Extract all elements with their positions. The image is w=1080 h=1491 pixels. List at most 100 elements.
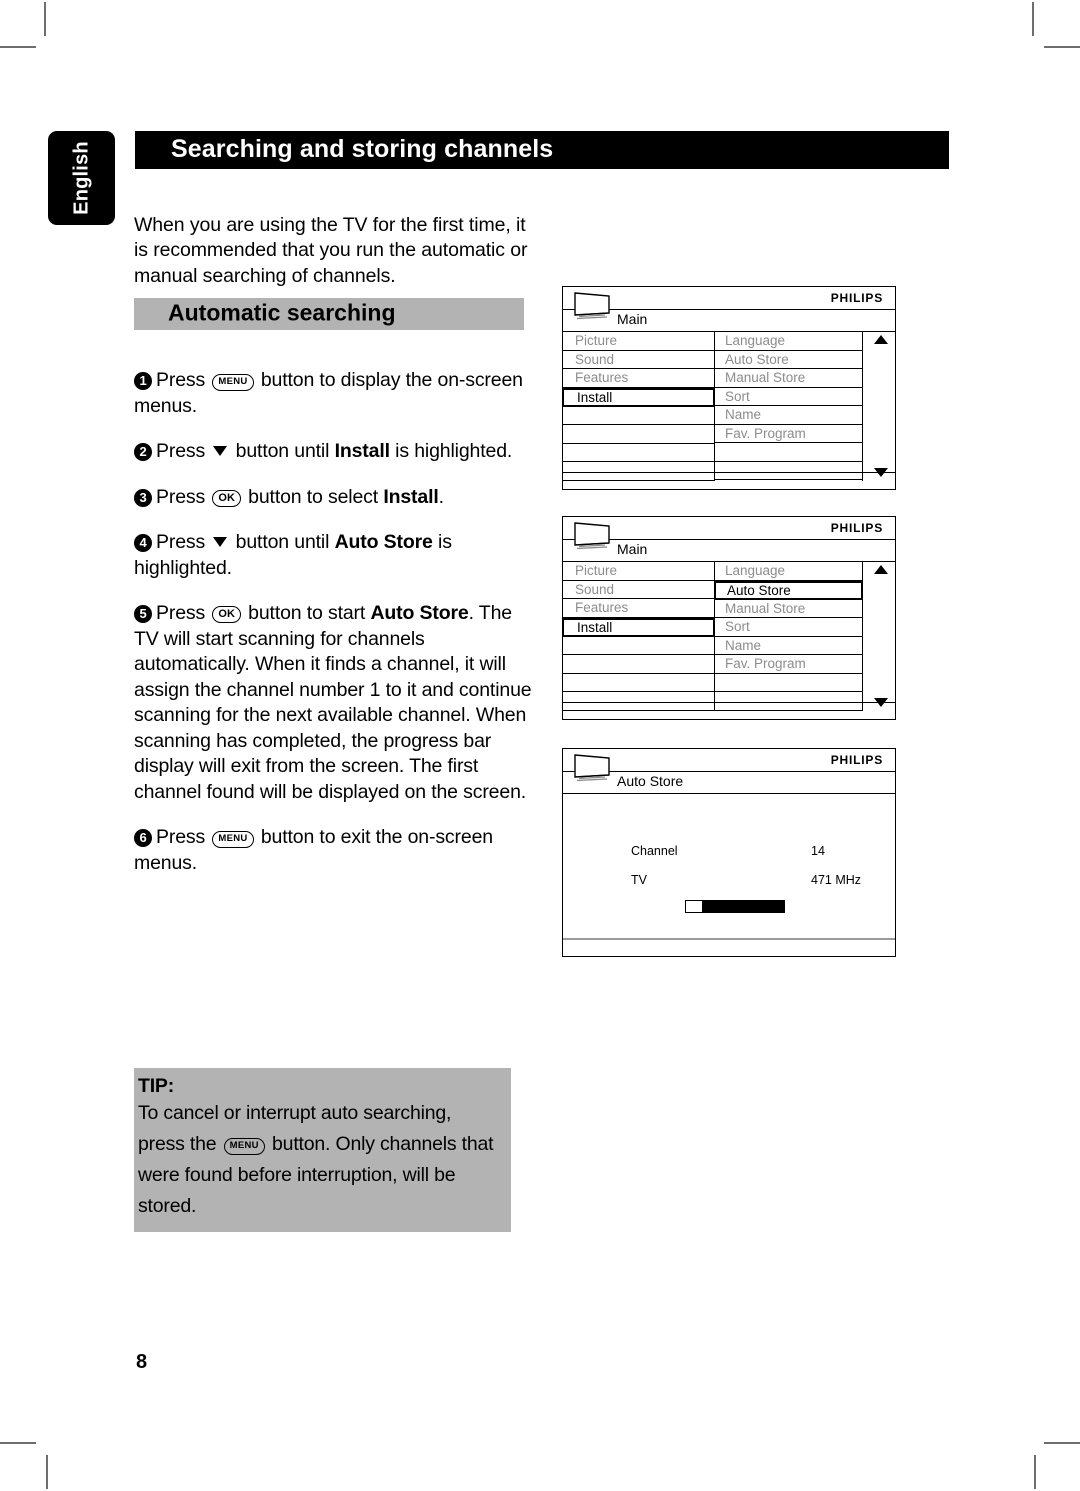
step-4: 4 Press button until Auto Store is highli… bbox=[134, 530, 536, 581]
menu-columns: Picture Sound Features Install Language … bbox=[562, 562, 895, 711]
step-text-pre: Press bbox=[156, 485, 206, 508]
crop-mark-top-right-vertical bbox=[1032, 2, 1034, 36]
menu-item[interactable]: Language bbox=[715, 332, 862, 351]
scroll-up-icon[interactable] bbox=[874, 565, 888, 574]
menu-item[interactable]: Name bbox=[715, 406, 862, 425]
menu-key-icon: MENU bbox=[223, 1138, 265, 1155]
menu-item-empty bbox=[563, 407, 714, 425]
menu-item-selected[interactable]: Install bbox=[562, 617, 715, 637]
auto-store-body: Channel 14 TV 471 MHz bbox=[563, 794, 895, 940]
menu-item[interactable]: Fav. Program bbox=[715, 425, 862, 443]
steps-list: 1 Press MENU button to display the on-scr… bbox=[134, 368, 536, 876]
tip-label: TIP: bbox=[138, 1075, 175, 1097]
source-label: TV bbox=[631, 873, 647, 887]
tv-icon bbox=[574, 522, 610, 550]
section-heading-band: Automatic searching bbox=[134, 298, 524, 330]
crop-mark-bottom-right-horizontal bbox=[1044, 1442, 1080, 1444]
step-number: 6 bbox=[134, 829, 152, 847]
menu-item-selected[interactable]: Install bbox=[562, 387, 715, 407]
menu-item-empty bbox=[715, 443, 862, 462]
menu-item[interactable]: Sound bbox=[563, 351, 714, 369]
menu-item-empty bbox=[715, 674, 862, 692]
step-text-pre: Press bbox=[156, 531, 206, 553]
osd-footer bbox=[563, 938, 895, 956]
osd-screenshot-main-install: PHILIPS Main Picture Sound Features Inst… bbox=[562, 286, 896, 490]
step-bold-term: Install bbox=[334, 440, 390, 462]
menu-key-icon: MENU bbox=[212, 831, 254, 848]
crop-mark-bottom-left-vertical bbox=[46, 1455, 48, 1489]
progress-bar-track bbox=[686, 901, 703, 912]
step-text-mid: button to select bbox=[248, 485, 379, 508]
menu-column-left: Picture Sound Features Install bbox=[562, 562, 715, 711]
page-title: Searching and storing channels bbox=[171, 134, 554, 163]
menu-item[interactable]: Fav. Program bbox=[715, 655, 862, 674]
crop-mark-bottom-left-horizontal bbox=[0, 1442, 36, 1444]
section-heading-label: Automatic searching bbox=[168, 299, 396, 326]
crop-mark-bottom-right-vertical bbox=[1034, 1455, 1036, 1489]
osd-footer bbox=[563, 702, 895, 719]
scroll-up-icon[interactable] bbox=[874, 335, 888, 344]
menu-item[interactable]: Manual Store bbox=[715, 600, 862, 618]
menu-item[interactable]: Name bbox=[715, 637, 862, 655]
step-text-end: is highlighted. bbox=[395, 440, 513, 462]
language-tab: English bbox=[48, 131, 115, 225]
osd-header: PHILIPS Auto Store bbox=[563, 749, 895, 794]
language-tab-label: English bbox=[70, 141, 92, 215]
step-number: 5 bbox=[134, 605, 152, 623]
step-text-mid: button until bbox=[235, 440, 330, 462]
menu-column-right: Language Auto Store Manual Store Sort Na… bbox=[715, 332, 863, 481]
progress-bar-fill bbox=[702, 901, 784, 912]
step-text-end: . bbox=[438, 485, 444, 508]
osd-screenshot-main-auto-store: PHILIPS Main Picture Sound Features Inst… bbox=[562, 516, 896, 720]
menu-item-selected[interactable]: Auto Store bbox=[714, 580, 863, 600]
menu-item[interactable]: Picture bbox=[563, 562, 714, 581]
philips-logo: PHILIPS bbox=[830, 753, 883, 767]
menu-item[interactable]: Features bbox=[563, 369, 714, 388]
tv-icon bbox=[574, 754, 610, 782]
menu-column-right: Language Auto Store Manual Store Sort Na… bbox=[714, 562, 863, 711]
tv-icon bbox=[574, 292, 610, 320]
step-bold-term: Auto Store bbox=[334, 531, 433, 553]
menu-item[interactable]: Sort bbox=[715, 618, 862, 637]
step-number: 2 bbox=[134, 443, 152, 461]
step-text-pre: Press bbox=[156, 440, 206, 462]
menu-key-icon: MENU bbox=[212, 374, 254, 391]
menu-columns: Picture Sound Features Install Language … bbox=[562, 332, 895, 481]
osd-title: Main bbox=[617, 541, 648, 557]
channel-value: 14 bbox=[811, 844, 825, 858]
step-text-pre: Press bbox=[156, 826, 206, 848]
menu-column-left: Picture Sound Features Install bbox=[562, 332, 715, 481]
menu-scrollbar[interactable] bbox=[863, 332, 893, 481]
menu-item[interactable]: Sort bbox=[715, 388, 862, 406]
osd-header: PHILIPS Main bbox=[563, 517, 895, 562]
step-6: 6 Press MENU button to exit the on-screen… bbox=[134, 825, 536, 876]
channel-label: Channel bbox=[631, 844, 678, 858]
menu-item[interactable]: Sound bbox=[563, 581, 714, 599]
menu-item[interactable]: Features bbox=[563, 599, 714, 618]
step-bold-term: Auto Store bbox=[370, 602, 469, 624]
menu-scrollbar[interactable] bbox=[863, 562, 893, 711]
step-number: 3 bbox=[134, 488, 152, 507]
menu-item-empty bbox=[563, 425, 714, 444]
philips-logo: PHILIPS bbox=[830, 521, 883, 535]
osd-body: Picture Sound Features Install Language … bbox=[562, 562, 895, 711]
menu-item-empty bbox=[563, 674, 714, 692]
step-text-mid: button to start bbox=[248, 602, 366, 624]
menu-item[interactable]: Manual Store bbox=[715, 369, 862, 388]
frequency-value: 471 MHz bbox=[811, 873, 862, 887]
step-2: 2 Press button until Install is highlight… bbox=[134, 439, 536, 465]
down-arrow-icon bbox=[213, 446, 228, 456]
ok-key-icon: OK bbox=[212, 606, 241, 623]
page-title-bar: Searching and storing channels bbox=[135, 131, 949, 169]
menu-item[interactable]: Language bbox=[715, 562, 862, 581]
menu-item-empty bbox=[563, 637, 714, 655]
down-arrow-icon bbox=[213, 537, 228, 547]
step-number: 4 bbox=[134, 534, 152, 552]
osd-screenshot-auto-store-progress: PHILIPS Auto Store Channel 14 TV 471 MHz bbox=[562, 748, 896, 957]
step-text-pre: Press bbox=[156, 369, 206, 391]
menu-item[interactable]: Picture bbox=[563, 332, 714, 351]
progress-bar bbox=[685, 900, 785, 913]
menu-item-empty bbox=[563, 444, 714, 462]
menu-item[interactable]: Auto Store bbox=[715, 351, 862, 369]
step-3: 3 Press OK button to select Install. bbox=[134, 485, 536, 511]
